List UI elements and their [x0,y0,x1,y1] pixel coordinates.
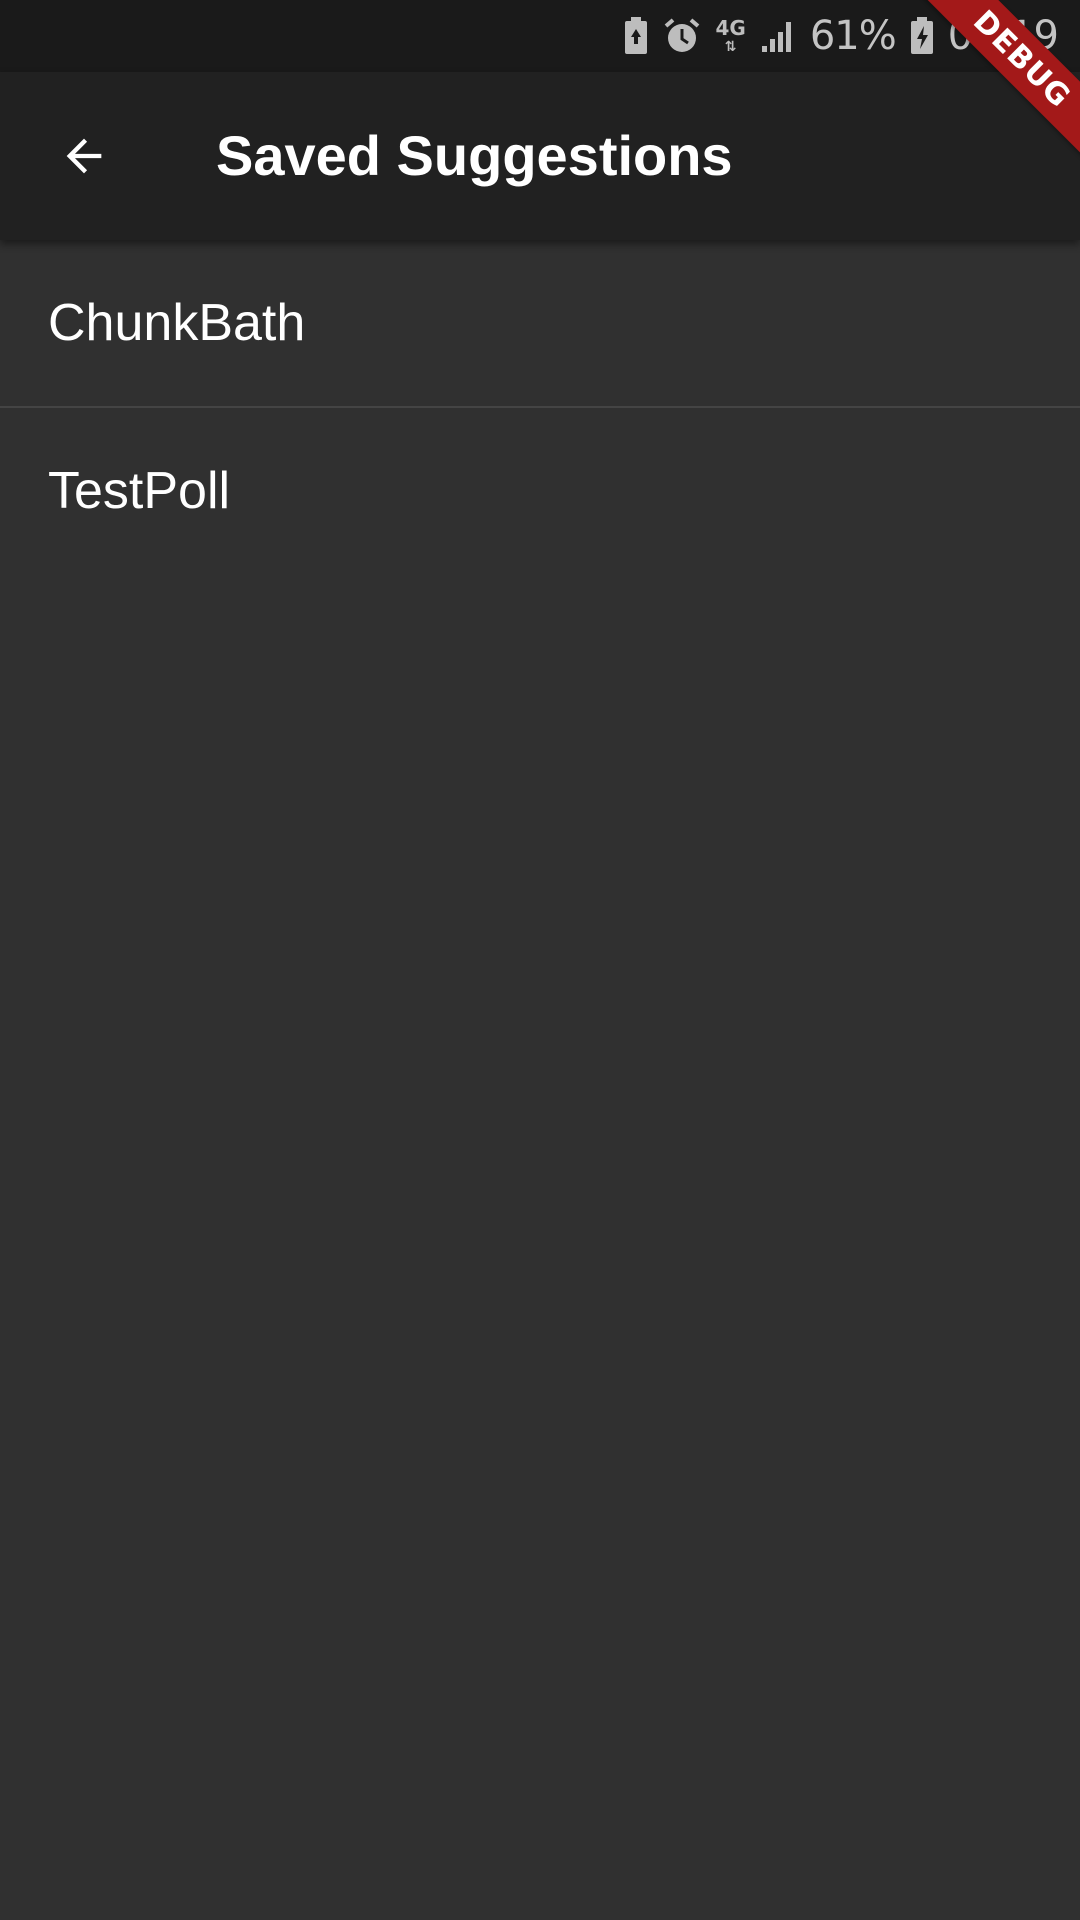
signal-icon [760,18,796,54]
battery-saver-icon [623,16,649,56]
network-label: 4G [715,16,746,40]
back-button[interactable] [34,106,134,206]
app-bar: Saved Suggestions [0,72,1080,240]
arrow-back-icon [66,138,102,174]
network-4g-icon: 4G ⇅ [715,18,745,54]
status-icons: 4G ⇅ 61% 09:19 [623,0,1059,72]
data-arrows-icon: ⇅ [724,39,737,55]
clock: 09:19 [947,13,1059,59]
list-item[interactable]: TestPoll [0,408,1080,574]
page-title: Saved Suggestions [216,124,733,187]
saved-suggestions-list: ChunkBath TestPoll [0,240,1080,574]
list-item-label: TestPoll [48,462,231,520]
battery-percent: 61% [809,13,897,59]
screen: 4G ⇅ 61% 09:19 Saved Suggestions ChunkBa… [0,0,1080,1920]
status-bar: 4G ⇅ 61% 09:19 [0,0,1080,72]
list-item[interactable]: ChunkBath [0,240,1080,406]
battery-charging-icon [910,16,934,56]
list-item-label: ChunkBath [48,294,306,352]
alarm-icon [663,17,701,55]
